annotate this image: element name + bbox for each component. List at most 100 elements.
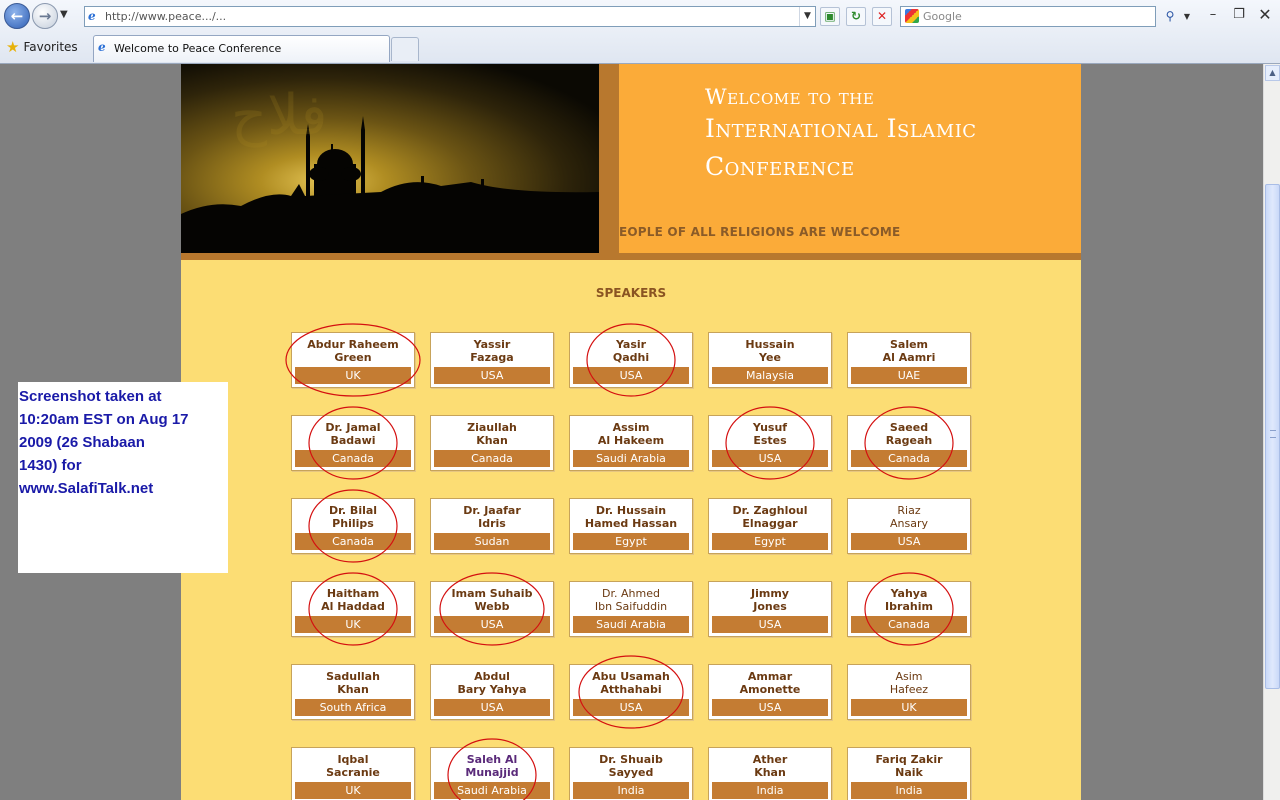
grip-icon: [1270, 430, 1276, 438]
speaker-name[interactable]: Jimmy Jones: [709, 587, 831, 613]
speaker-country: Canada: [434, 450, 550, 467]
speaker-card[interactable]: Dr. Shuaib Sayyed India: [569, 747, 693, 800]
speaker-name-line: Dr. Shuaib: [599, 753, 663, 766]
speaker-name[interactable]: Saeed Rageah: [848, 421, 970, 447]
speaker-name-line: Asim: [895, 670, 923, 683]
speaker-name[interactable]: Dr. Jaafar Idris: [431, 504, 553, 530]
speaker-name[interactable]: Dr. Ahmed Ibn Saifuddin: [570, 587, 692, 613]
speaker-name[interactable]: Ammar Amonette: [709, 670, 831, 696]
speaker-name[interactable]: Ziaullah Khan: [431, 421, 553, 447]
refresh-button[interactable]: ↻: [846, 7, 866, 26]
speaker-card[interactable]: Yahya Ibrahim Canada: [847, 581, 971, 637]
address-bar[interactable]: e http://www.peace.../...: [84, 6, 816, 27]
speaker-name[interactable]: Fariq Zakir Naik: [848, 753, 970, 779]
speaker-name-line: Atthahabi: [600, 683, 662, 696]
search-input[interactable]: Google: [900, 6, 1156, 27]
speaker-card[interactable]: Yusuf Estes USA: [708, 415, 832, 471]
speaker-name[interactable]: Haitham Al Haddad: [292, 587, 414, 613]
speaker-card[interactable]: Dr. Ahmed Ibn Saifuddin Saudi Arabia: [569, 581, 693, 637]
speaker-card[interactable]: Asim Hafeez UK: [847, 664, 971, 720]
speaker-card[interactable]: Yasir Qadhi USA: [569, 332, 693, 388]
compatibility-view-button[interactable]: ▣: [820, 7, 840, 26]
speaker-card[interactable]: Ammar Amonette USA: [708, 664, 832, 720]
speaker-card[interactable]: Dr. Zaghloul Elnaggar Egypt: [708, 498, 832, 554]
speaker-name[interactable]: Saleh Al Munajjid: [431, 753, 553, 779]
speaker-name[interactable]: Asim Hafeez: [848, 670, 970, 696]
speaker-name[interactable]: Yusuf Estes: [709, 421, 831, 447]
speaker-name[interactable]: Yahya Ibrahim: [848, 587, 970, 613]
speaker-name-line: Sayyed: [608, 766, 654, 779]
speaker-name[interactable]: Dr. Jamal Badawi: [292, 421, 414, 447]
vertical-scrollbar[interactable]: ▲: [1263, 64, 1280, 800]
speaker-card[interactable]: Assim Al Hakeem Saudi Arabia: [569, 415, 693, 471]
scroll-up-button[interactable]: ▲: [1265, 65, 1280, 81]
speaker-name[interactable]: Iqbal Sacranie: [292, 753, 414, 779]
speaker-card[interactable]: Dr. Jamal Badawi Canada: [291, 415, 415, 471]
title-line-1: Welcome to the: [705, 85, 875, 109]
speaker-name[interactable]: Ather Khan: [709, 753, 831, 779]
speaker-name-line: Webb: [474, 600, 510, 613]
speaker-name[interactable]: Yassir Fazaga: [431, 338, 553, 364]
speaker-card[interactable]: Saeed Rageah Canada: [847, 415, 971, 471]
browser-toolbar: ← → ▼ e http://www.peace.../... ▼ ▣ ↻ ✕ …: [0, 0, 1280, 64]
speaker-card[interactable]: Riaz Ansary USA: [847, 498, 971, 554]
speaker-card[interactable]: Ziaullah Khan Canada: [430, 415, 554, 471]
speaker-name[interactable]: Dr. Zaghloul Elnaggar: [709, 504, 831, 530]
speaker-country: Egypt: [712, 533, 828, 550]
speaker-name[interactable]: Abu Usamah Atthahabi: [570, 670, 692, 696]
speaker-name[interactable]: Riaz Ansary: [848, 504, 970, 530]
speaker-name[interactable]: Yasir Qadhi: [570, 338, 692, 364]
search-options-button[interactable]: ▼: [1181, 7, 1193, 26]
speaker-card[interactable]: Hussain Yee Malaysia: [708, 332, 832, 388]
speaker-name-line: Imam Suhaib: [451, 587, 533, 600]
browser-tab-active[interactable]: e Welcome to Peace Conference: [93, 35, 390, 62]
speaker-name[interactable]: Hussain Yee: [709, 338, 831, 364]
speaker-name[interactable]: Assim Al Hakeem: [570, 421, 692, 447]
speaker-card[interactable]: Dr. Jaafar Idris Sudan: [430, 498, 554, 554]
speaker-name[interactable]: Salem Al Aamri: [848, 338, 970, 364]
title-line-3: Conference: [705, 152, 855, 181]
speaker-name-line: Fariq Zakir: [875, 753, 943, 766]
speaker-country: UK: [851, 699, 967, 716]
speaker-card[interactable]: Abu Usamah Atthahabi USA: [569, 664, 693, 720]
favorites-button[interactable]: ★ Favorites: [6, 38, 78, 56]
speaker-name-line: Naik: [895, 766, 923, 779]
speaker-name[interactable]: Dr. Hussain Hamed Hassan: [570, 504, 692, 530]
new-tab-button[interactable]: [391, 37, 419, 61]
speaker-card[interactable]: Sadullah Khan South Africa: [291, 664, 415, 720]
speaker-card[interactable]: Haitham Al Haddad UK: [291, 581, 415, 637]
speaker-card[interactable]: Dr. Hussain Hamed Hassan Egypt: [569, 498, 693, 554]
back-button[interactable]: ←: [4, 3, 30, 29]
speaker-name-line: Qadhi: [612, 351, 650, 364]
speaker-name[interactable]: Abdur Raheem Green: [292, 338, 414, 364]
speaker-card[interactable]: Abdur Raheem Green UK: [291, 332, 415, 388]
speaker-card[interactable]: Fariq Zakir Naik India: [847, 747, 971, 800]
forward-button[interactable]: →: [32, 3, 58, 29]
stop-button[interactable]: ✕: [872, 7, 892, 26]
speaker-card[interactable]: Jimmy Jones USA: [708, 581, 832, 637]
speaker-name-line: Al Haddad: [321, 600, 385, 613]
search-button[interactable]: ⚲: [1160, 7, 1180, 26]
recent-pages-dropdown[interactable]: ▼: [60, 9, 68, 20]
speaker-country: UK: [295, 616, 411, 633]
speaker-name[interactable]: Imam Suhaib Webb: [431, 587, 553, 613]
speaker-card[interactable]: Imam Suhaib Webb USA: [430, 581, 554, 637]
speaker-name-line: Sacranie: [326, 766, 380, 779]
speaker-name[interactable]: Abdul Bary Yahya: [431, 670, 553, 696]
speaker-card[interactable]: Dr. Bilal Philips Canada: [291, 498, 415, 554]
scroll-thumb[interactable]: [1265, 184, 1280, 689]
speaker-card[interactable]: Abdul Bary Yahya USA: [430, 664, 554, 720]
speaker-name[interactable]: Dr. Shuaib Sayyed: [570, 753, 692, 779]
close-window-button[interactable]: ✕: [1254, 6, 1276, 26]
address-dropdown-button[interactable]: ▼: [799, 7, 815, 26]
speaker-card[interactable]: Iqbal Sacranie UK: [291, 747, 415, 800]
speaker-card[interactable]: Yassir Fazaga USA: [430, 332, 554, 388]
speaker-name[interactable]: Sadullah Khan: [292, 670, 414, 696]
speaker-country: UK: [295, 367, 411, 384]
minimize-button[interactable]: –: [1202, 6, 1224, 26]
speaker-card[interactable]: Salem Al Aamri UAE: [847, 332, 971, 388]
restore-button[interactable]: ❐: [1228, 6, 1250, 26]
speaker-card[interactable]: Saleh Al Munajjid Saudi Arabia: [430, 747, 554, 800]
speaker-card[interactable]: Ather Khan India: [708, 747, 832, 800]
speaker-name[interactable]: Dr. Bilal Philips: [292, 504, 414, 530]
